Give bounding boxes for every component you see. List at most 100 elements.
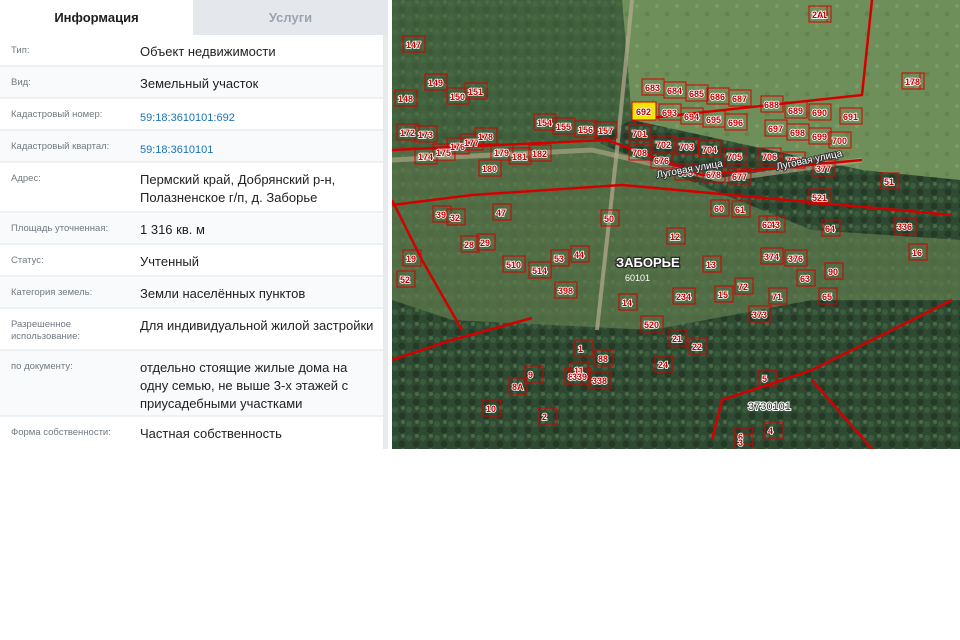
parcel-number: 29 — [480, 238, 490, 248]
parcel-number: 52 — [400, 275, 410, 285]
parcel-number: 173 — [418, 130, 433, 140]
cadastral-quarter-link[interactable]: 59:18:3610101 — [130, 131, 383, 159]
row-value: Пермский край, Добрянский р-н, Полазненс… — [140, 172, 336, 205]
parcel-number: 65 — [822, 292, 832, 302]
row-type: Тип: Объект недвижимости — [0, 35, 383, 67]
row-permitted-use: Разрешенное использование: Для индивидуа… — [0, 309, 383, 351]
parcel-number: 179 — [494, 148, 509, 158]
parcel-number: 21 — [672, 334, 682, 344]
parcel-number: 514 — [532, 266, 547, 276]
parcel-number: 19 — [406, 254, 416, 264]
parcel-number: 700 — [832, 136, 847, 146]
parcel-number: 72 — [738, 282, 748, 292]
parcel-number: 2 — [542, 412, 547, 422]
parcel-number: 90 — [828, 267, 838, 277]
row-value: Для индивидуальной жилой застройки — [140, 318, 374, 333]
parcel-number: 521 — [812, 193, 827, 203]
parcel-number: 697 — [768, 124, 783, 134]
parcel-number: 147 — [406, 40, 421, 50]
clearing-area — [392, 0, 632, 150]
parcel-number: 157 — [598, 126, 613, 136]
parcel-number: 172 — [400, 128, 415, 138]
row-address: Адрес: Пермский край, Добрянский р-н, По… — [0, 163, 383, 213]
parcel-number: 699 — [812, 132, 827, 142]
parcel-number: 695 — [706, 115, 721, 125]
parcel-number: 60 — [714, 204, 724, 214]
parcel-number: 702 — [656, 140, 671, 150]
row-value: Объект недвижимости — [140, 44, 276, 59]
screen: Информация Услуги Тип: Объект недвижимос… — [0, 0, 960, 449]
parcel-number: 690 — [812, 108, 827, 118]
row-label: Кадастровый номер: — [11, 109, 103, 120]
scrollbar[interactable] — [383, 35, 388, 449]
parcel-number: 701 — [632, 129, 647, 139]
parcel-number: 13 — [706, 260, 716, 270]
parcel-number: 691 — [843, 112, 858, 122]
parcel-number: 698 — [790, 128, 805, 138]
parcel-number: 683 — [645, 83, 660, 93]
row-label: Форма собственности: — [11, 427, 111, 438]
parcel-number: 182 — [532, 149, 547, 159]
parcel-number: 5 — [762, 374, 767, 384]
parcel-number: 706 — [762, 152, 777, 162]
parcel-number: 174 — [418, 152, 433, 162]
parcel-number: 693 — [662, 108, 677, 118]
parcel-number: 44 — [574, 250, 584, 260]
tab-services[interactable]: Услуги — [193, 0, 388, 35]
row-value: отдельно стоящие жилые дома на одну семь… — [140, 360, 349, 411]
tab-bar: Информация Услуги — [0, 0, 388, 35]
parcel-number: 338 — [592, 376, 607, 386]
row-label: Площадь уточненная: — [11, 223, 109, 234]
parcel-number: 155 — [556, 122, 571, 132]
parcel-number: 14 — [622, 298, 632, 308]
row-ownership: Форма собственности: Частная собственнос… — [0, 417, 383, 449]
block-label: 60101 — [625, 273, 650, 283]
parcel-number: 4 — [768, 426, 773, 436]
row-cadastral-number: Кадастровый номер: 59:18:3610101:692 — [0, 99, 383, 131]
parcel-number: 398 — [558, 286, 573, 296]
tab-info[interactable]: Информация — [0, 0, 193, 35]
parcel-number: 374 — [764, 252, 779, 262]
parcel-number: 32 — [450, 213, 460, 223]
parcel-number: 684 — [667, 86, 682, 96]
cadastral-map[interactable]: 692 141 198 147 149 148 150 151 154 155 156 157 683… — [392, 0, 960, 449]
row-label: Категория земель: — [11, 287, 93, 298]
parcel-number: 703 — [679, 142, 694, 152]
parcel-number: 694 — [684, 112, 699, 122]
parcel-number: 22 — [692, 342, 702, 352]
parcel-number: 704 — [702, 145, 717, 155]
info-panel: Информация Услуги Тип: Объект недвижимос… — [0, 0, 388, 449]
row-label: по документу: — [11, 361, 73, 372]
row-label: Вид: — [11, 77, 31, 88]
parcel-number: 3 — [738, 438, 743, 448]
parcel-number: 181 — [512, 152, 527, 162]
row-label: Разрешенное использование: — [11, 319, 81, 342]
parcel-number: 15 — [718, 290, 728, 300]
parcel-number: 156 — [578, 125, 593, 135]
parcel-number: 51 — [884, 177, 894, 187]
parcel-number: 180 — [482, 164, 497, 174]
parcel-number: 71 — [772, 292, 782, 302]
parcel-number: 24 — [658, 360, 668, 370]
parcel-number: 696 — [728, 118, 743, 128]
row-by-document: по документу: отдельно стоящие жилые дом… — [0, 351, 383, 417]
parcel-number: 150 — [450, 92, 465, 102]
row-area: Площадь уточненная: 1 316 кв. м — [0, 213, 383, 245]
parcel-number: 510 — [506, 260, 521, 270]
parcel-number: 377 — [816, 164, 831, 174]
parcel-number: 17 — [905, 77, 915, 87]
cadastral-number-link[interactable]: 59:18:3610101:692 — [130, 99, 383, 127]
row-kind: Вид: Земельный участок — [0, 67, 383, 99]
parcel-number: 151 — [468, 87, 483, 97]
parcel-number: 28 — [464, 240, 474, 250]
parcel-number: 178 — [478, 132, 493, 142]
row-value: Земельный участок — [140, 76, 259, 91]
parcel-number: 689 — [788, 106, 803, 116]
row-value: Учтенный — [140, 254, 200, 269]
parcel-number: 88 — [598, 354, 608, 364]
parcel-number: 47 — [496, 208, 506, 218]
row-label: Кадастровый квартал: — [11, 141, 110, 152]
map-canvas[interactable]: 692 141198147149148 150 151154 155 156 157683… — [392, 0, 960, 449]
parcel-number: 43 — [770, 220, 780, 230]
parcel-number: 149 — [428, 78, 443, 88]
